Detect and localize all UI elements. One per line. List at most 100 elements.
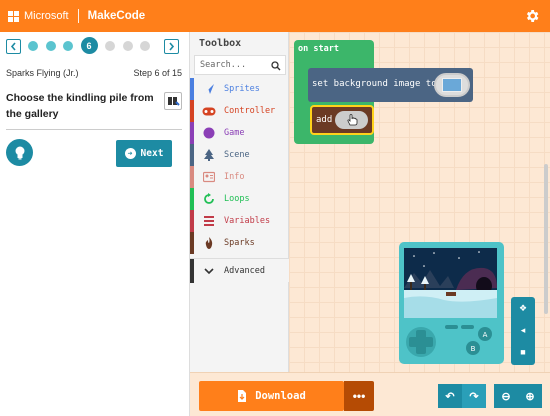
chevron-right-icon <box>169 42 175 51</box>
toolbox-category-variables[interactable]: Variables <box>190 210 289 232</box>
hint-button[interactable] <box>6 139 33 166</box>
download-label: Download <box>255 390 306 402</box>
step-dot[interactable] <box>63 40 73 51</box>
toolbox-category-label: Game <box>224 128 245 138</box>
workspace-scrollbar[interactable] <box>544 164 548 314</box>
category-color-bar <box>190 210 194 232</box>
brand-name[interactable]: Microsoft <box>24 10 69 22</box>
blocks-workspace[interactable]: on start set background image to add A B… <box>289 32 550 416</box>
tutorial-divider <box>6 129 182 130</box>
tutorial-title: Sparks Flying (Jr.) <box>6 68 79 78</box>
search-icon[interactable] <box>271 61 281 71</box>
reader-icon <box>168 97 180 106</box>
category-color-bar <box>190 166 194 188</box>
current-step-dot[interactable]: 6 <box>80 37 98 54</box>
variables-icon <box>202 215 216 227</box>
toolbox-category-loops[interactable]: Loops <box>190 188 289 210</box>
zoom-out-icon[interactable]: ⊖ <box>494 384 518 408</box>
toolbox-category-label: Loops <box>224 194 250 204</box>
toolbox-category-game[interactable]: Game <box>190 122 289 144</box>
category-color-bar <box>190 122 194 144</box>
toolbox-category-label: Info <box>224 172 245 182</box>
immersive-reader-button[interactable] <box>164 92 182 110</box>
hand-cursor-icon <box>347 114 358 126</box>
fullscreen-icon[interactable]: ❖ <box>511 297 535 319</box>
search-placeholder: Search... <box>200 60 247 70</box>
set-background-block[interactable]: set background image to <box>308 68 473 102</box>
add-block-label: add <box>316 115 333 125</box>
tutorial-instruction: Choose the kindling pile from the galler… <box>6 92 154 120</box>
step-dot[interactable] <box>122 40 133 51</box>
toolbox-category-label: Controller <box>224 106 276 116</box>
game-icon <box>202 127 216 139</box>
toolbox-category-sparks[interactable]: Sparks <box>190 232 289 254</box>
step-dot[interactable] <box>45 40 56 51</box>
category-color-bar <box>190 78 194 100</box>
toolbox-category-controller[interactable]: Controller <box>190 100 289 122</box>
toolbox: Toolbox Search... Sprites Controller Game S… <box>190 32 289 416</box>
product-name[interactable]: MakeCode <box>88 10 146 22</box>
toolbox-advanced-label: Advanced <box>224 265 265 276</box>
step-dots: 6 <box>28 37 158 54</box>
chevron-down-icon <box>204 267 214 274</box>
toolbox-search-input[interactable]: Search... <box>194 55 286 75</box>
gear-icon[interactable] <box>524 8 540 24</box>
add-block-slot[interactable] <box>335 111 368 129</box>
step-dot[interactable] <box>105 40 115 51</box>
toolbox-title: Toolbox <box>199 38 242 49</box>
zoom-group: ⊖ ⊕ <box>494 384 542 408</box>
header-divider <box>77 9 79 23</box>
arrow-right-circle-icon: ➜ <box>124 148 136 159</box>
sparks-icon <box>202 237 216 249</box>
microsoft-logo-icon[interactable] <box>8 10 19 22</box>
chevron-left-icon <box>10 42 16 51</box>
previous-step-button[interactable] <box>6 39 21 54</box>
simulator-controls: A B <box>406 325 492 357</box>
scene-icon <box>202 149 216 161</box>
more-options-button[interactable]: ••• <box>344 381 374 411</box>
step-counter: Step 6 of 15 <box>133 68 182 78</box>
background-image-thumbnail <box>442 78 462 92</box>
step-dot[interactable] <box>28 40 38 51</box>
toolbox-category-label: Scene <box>224 150 250 160</box>
add-block[interactable]: add <box>310 105 374 135</box>
next-step-arrow-button[interactable] <box>164 39 179 54</box>
simulator-toolbar: ❖ ◂ ■ <box>511 297 535 365</box>
category-color-bar <box>190 188 194 210</box>
background-image-picker[interactable] <box>434 73 470 97</box>
next-button[interactable]: ➜ Next <box>116 140 172 167</box>
toolbox-advanced[interactable]: Advanced <box>190 258 289 283</box>
undo-icon[interactable]: ↶ <box>438 384 462 408</box>
toolbox-category-scene[interactable]: Scene <box>190 144 289 166</box>
set-background-label: set background image to <box>312 79 437 89</box>
category-color-bar <box>190 100 194 122</box>
stop-icon[interactable]: ■ <box>511 341 535 363</box>
svg-text:A: A <box>483 331 488 339</box>
simulator-screen[interactable] <box>404 248 497 318</box>
bottom-toolbar: Download ••• ↶ ↷ ⊖ ⊕ <box>190 372 550 416</box>
zoom-in-icon[interactable]: ⊕ <box>518 384 542 408</box>
download-button[interactable]: Download <box>199 381 344 411</box>
on-start-block[interactable]: on start set background image to add <box>294 40 473 144</box>
lightbulb-icon <box>15 146 24 159</box>
toolbox-category-info[interactable]: Info <box>190 166 289 188</box>
on-start-label: on start <box>298 44 339 54</box>
redo-icon[interactable]: ↷ <box>462 384 486 408</box>
download-icon <box>238 390 247 402</box>
toolbox-category-label: Variables <box>224 216 271 226</box>
controller-icon <box>202 105 216 117</box>
undo-redo-group: ↶ ↷ <box>438 384 486 408</box>
step-navigation: 6 <box>0 32 190 60</box>
toolbox-category-label: Sprites <box>224 84 260 94</box>
step-dot[interactable] <box>140 40 150 51</box>
category-color-bar <box>190 232 194 254</box>
simulator-game-scene <box>404 248 497 318</box>
sound-icon[interactable]: ◂ <box>511 319 535 341</box>
loops-icon <box>202 193 216 205</box>
toolbox-category-sprites[interactable]: Sprites <box>190 78 289 100</box>
category-color-bar <box>190 144 194 166</box>
toolbox-category-label: Sparks <box>224 238 255 248</box>
app-header: Microsoft MakeCode <box>0 0 550 32</box>
sprites-icon <box>202 83 216 95</box>
next-button-label: Next <box>140 148 164 159</box>
